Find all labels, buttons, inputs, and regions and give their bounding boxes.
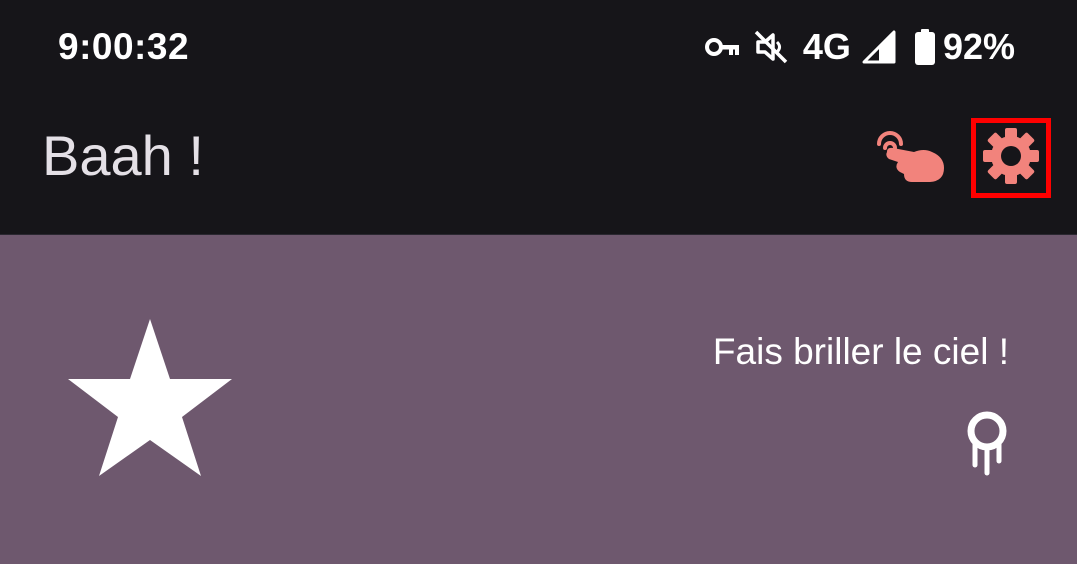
star-icon — [66, 319, 234, 484]
settings-icon — [980, 125, 1042, 192]
tap-button[interactable] — [872, 126, 948, 190]
signal-icon — [861, 29, 897, 65]
app-bar: Baah ! — [0, 96, 1077, 234]
status-bar: 9:00:32 4G 92% — [0, 0, 1077, 96]
status-time: 9:00:32 — [58, 26, 190, 67]
tap-icon — [874, 128, 946, 189]
sky-card[interactable]: Fais briller le ciel ! — [0, 235, 1077, 564]
mute-icon — [753, 29, 789, 65]
battery-icon — [914, 29, 935, 65]
vpn-key-icon — [704, 36, 741, 58]
meteor-icon — [962, 411, 1012, 482]
card-message: Fais briller le ciel ! — [712, 331, 1009, 372]
app-title: Baah ! — [42, 124, 204, 187]
settings-button[interactable] — [971, 118, 1051, 198]
network-type: 4G — [802, 26, 851, 67]
battery-percent: 92% — [942, 26, 1015, 67]
status-icons: 4G 92% — [704, 24, 1015, 70]
